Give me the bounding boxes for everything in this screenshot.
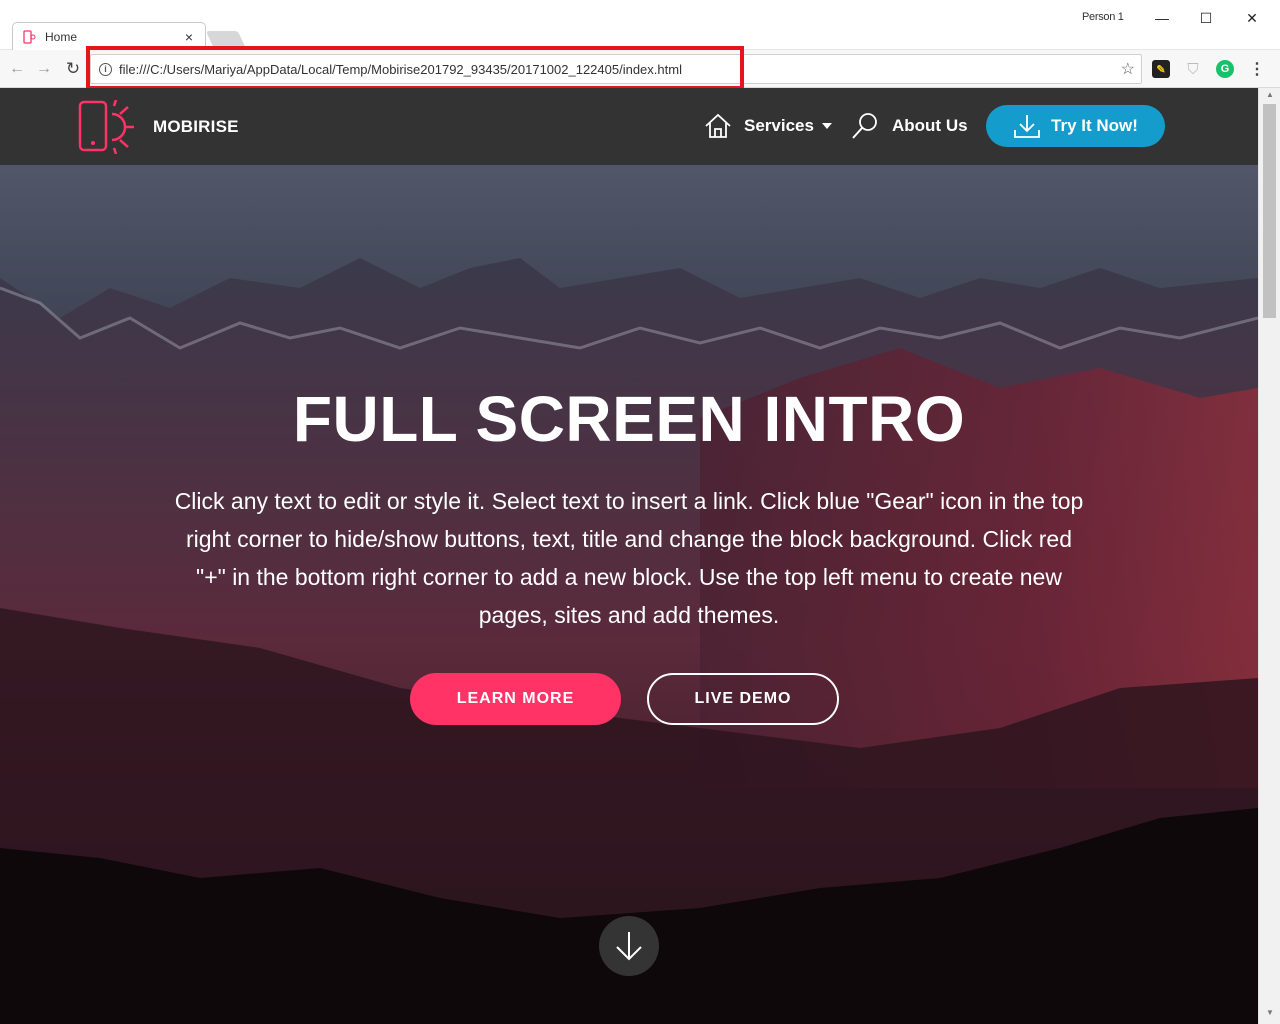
grammarly-icon[interactable]: G <box>1216 60 1234 78</box>
search-icon <box>852 113 877 139</box>
nav-services-label: Services <box>744 116 814 135</box>
maximize-button[interactable]: ☐ <box>1188 6 1224 30</box>
scroll-down-button[interactable] <box>599 916 659 976</box>
minimize-button[interactable]: — <box>1144 6 1180 30</box>
phone-sun-logo-icon[interactable] <box>78 100 144 154</box>
live-demo-button[interactable]: LIVE DEMO <box>647 673 839 725</box>
tab-close-button[interactable]: × <box>179 29 199 45</box>
browser-toolbar: ← → ↻ i file:///C:/Users/Mariya/AppData/… <box>0 50 1280 88</box>
web-page: MOBIRISE Services About Us Try It Now! F… <box>0 88 1258 1024</box>
scroll-up-arrow-icon[interactable]: ▲ <box>1259 90 1280 104</box>
address-bar[interactable]: i file:///C:/Users/Mariya/AppData/Local/… <box>90 54 1142 84</box>
browser-tab[interactable]: Home × <box>12 22 206 50</box>
download-icon <box>1014 115 1040 138</box>
browser-menu-icon[interactable]: ⋮ <box>1248 60 1266 78</box>
learn-more-button[interactable]: LEARN MORE <box>410 673 621 725</box>
info-icon[interactable]: i <box>99 63 112 76</box>
extension-shield-icon[interactable]: ⛉ <box>1184 60 1202 78</box>
brand-name[interactable]: MOBIRISE <box>153 117 239 137</box>
profile-label[interactable]: Person 1 <box>1082 11 1124 23</box>
browser-titlebar: Home × Person 1 — ☐ ✕ <box>0 0 1280 50</box>
try-it-now-button[interactable]: Try It Now! <box>986 105 1165 147</box>
arrow-down-icon <box>616 932 642 961</box>
new-tab-button[interactable] <box>205 31 247 49</box>
page-scrollbar[interactable]: ▲ ▼ <box>1258 88 1280 1024</box>
try-it-now-label: Try It Now! <box>1051 116 1138 135</box>
close-window-button[interactable]: ✕ <box>1234 6 1270 30</box>
mobirise-favicon-icon <box>23 29 36 44</box>
forward-button[interactable]: → <box>33 58 55 80</box>
back-button[interactable]: ← <box>6 58 28 80</box>
home-icon <box>705 113 731 138</box>
nav-about-label: About Us <box>892 116 968 135</box>
nav-about[interactable]: About Us <box>850 108 968 144</box>
tab-title: Home <box>45 29 78 44</box>
site-navbar: MOBIRISE Services About Us Try It Now! <box>0 88 1258 165</box>
url-text[interactable]: file:///C:/Users/Mariya/AppData/Local/Te… <box>119 62 682 77</box>
reload-button[interactable]: ↻ <box>62 58 84 80</box>
hero-text[interactable]: Click any text to edit or style it. Sele… <box>174 482 1084 634</box>
scroll-thumb[interactable] <box>1263 104 1276 318</box>
star-icon[interactable]: ☆ <box>1121 59 1135 79</box>
extension-pen-icon[interactable]: ✎ <box>1152 60 1170 78</box>
chevron-down-icon <box>821 123 832 129</box>
nav-services[interactable]: Services <box>704 108 832 144</box>
hero-title[interactable]: FULL SCREEN INTRO <box>0 382 1258 456</box>
scroll-down-arrow-icon[interactable]: ▼ <box>1259 1008 1280 1022</box>
